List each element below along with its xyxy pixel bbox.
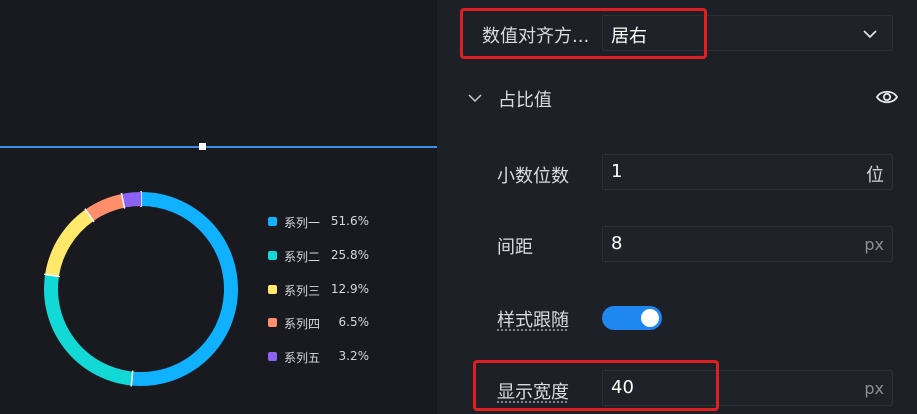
eye-icon[interactable] bbox=[876, 88, 898, 106]
legend-series-value: 12.9% bbox=[330, 282, 369, 296]
legend-series-name: 系列二 bbox=[284, 250, 321, 264]
spacing-input[interactable]: 8 px bbox=[602, 226, 893, 262]
section-header-ratio[interactable]: 占比值 bbox=[467, 84, 898, 114]
spacing-label: 间距 bbox=[497, 237, 533, 258]
legend-series-name: 系列四 bbox=[284, 317, 321, 331]
decimals-unit: 位 bbox=[866, 165, 884, 186]
legend-swatch bbox=[268, 352, 277, 361]
donut-slice-1[interactable] bbox=[131, 192, 238, 386]
legend-swatch bbox=[268, 251, 277, 260]
chevron-down-icon[interactable] bbox=[862, 26, 878, 42]
follow-style-label: 样式跟随 bbox=[497, 310, 569, 331]
chevron-down-icon[interactable] bbox=[467, 90, 483, 106]
legend-series-name: 系列五 bbox=[284, 351, 321, 365]
section-title: 占比值 bbox=[498, 90, 552, 111]
legend-item[interactable]: 系列四 6.5% bbox=[268, 315, 369, 331]
legend-series-name: 系列一 bbox=[284, 216, 321, 230]
legend-series-value: 25.8% bbox=[330, 248, 369, 262]
legend-item[interactable]: 系列一 51.6% bbox=[268, 214, 369, 230]
follow-style-toggle[interactable] bbox=[602, 306, 662, 330]
spacing-value: 8 bbox=[611, 233, 623, 254]
legend-swatch bbox=[268, 318, 277, 327]
toggle-knob bbox=[641, 309, 659, 327]
donut-slice-5[interactable] bbox=[121, 192, 142, 208]
legend-series-value: 6.5% bbox=[338, 315, 370, 329]
chart-canvas[interactable]: 系列一 51.6% 系列二 25.8% 系列三 12.9% 系列四 6.5% 系… bbox=[0, 0, 437, 414]
donut-chart bbox=[43, 191, 238, 387]
properties-panel: 数值对齐方... 居右 占比值 小数位数 1 位 间距 8 px 样式跟随 显示… bbox=[437, 0, 917, 414]
display-width-unit: px bbox=[864, 379, 884, 398]
legend-item[interactable]: 系列三 12.9% bbox=[268, 282, 369, 298]
legend-swatch bbox=[268, 285, 277, 294]
donut-slice-4[interactable] bbox=[85, 193, 125, 222]
legend-series-value: 51.6% bbox=[330, 214, 369, 228]
donut-slice-2[interactable] bbox=[44, 274, 133, 386]
donut-slice-3[interactable] bbox=[45, 209, 94, 277]
decimals-value: 1 bbox=[611, 161, 623, 182]
decimals-label: 小数位数 bbox=[497, 166, 569, 187]
highlight-box-align bbox=[460, 8, 707, 59]
legend-series-name: 系列三 bbox=[284, 284, 321, 298]
legend-item[interactable]: 系列二 25.8% bbox=[268, 248, 369, 264]
legend-series-value: 3.2% bbox=[338, 349, 370, 363]
spacing-unit: px bbox=[864, 235, 884, 254]
legend-swatch bbox=[268, 217, 277, 226]
decimals-input[interactable]: 1 位 bbox=[602, 154, 893, 190]
legend-item[interactable]: 系列五 3.2% bbox=[268, 349, 369, 365]
highlight-box-display-width bbox=[473, 360, 719, 411]
